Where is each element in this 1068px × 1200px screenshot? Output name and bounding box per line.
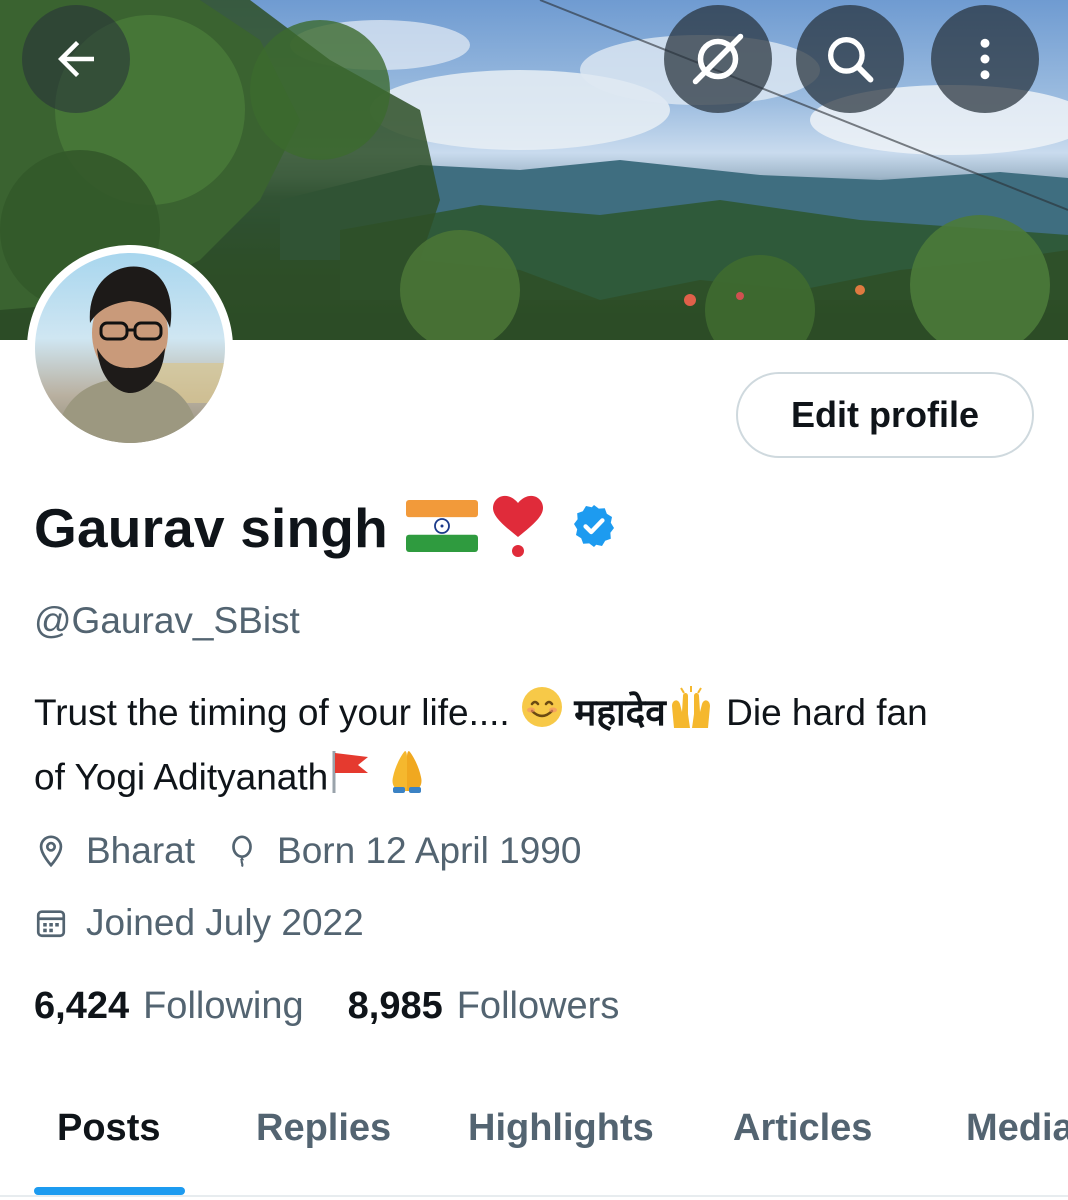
following-label: Following bbox=[143, 985, 304, 1027]
profile-handle: @Gaurav_SBist bbox=[34, 600, 300, 641]
tab-media[interactable]: Media bbox=[966, 1107, 1068, 1150]
location-item: Bharat bbox=[34, 830, 195, 872]
following-link[interactable]: 6,424 Following bbox=[34, 985, 304, 1028]
profile-name-row: Gaurav singh bbox=[34, 488, 618, 568]
profile-tabs: Posts Replies Highlights Articles Media bbox=[0, 1085, 1068, 1200]
folded-hands-emoji bbox=[385, 747, 429, 812]
red-flag-emoji bbox=[328, 747, 374, 812]
location-text: Bharat bbox=[86, 830, 196, 871]
birthday-item: Born 12 April 1990 bbox=[225, 830, 581, 872]
tab-articles[interactable]: Articles bbox=[733, 1107, 872, 1150]
profile-joined-row: Joined July 2022 bbox=[34, 902, 394, 944]
arrow-left-icon bbox=[58, 41, 94, 77]
bio-text-prefix: Trust the timing of your life.... bbox=[34, 692, 510, 733]
birth-date-text: Born 12 April 1990 bbox=[277, 830, 582, 871]
followers-label: Followers bbox=[456, 985, 620, 1027]
tab-replies[interactable]: Replies bbox=[256, 1107, 391, 1150]
bio-text-line2: of Yogi Adityanath bbox=[34, 756, 329, 797]
followers-count: 8,985 bbox=[347, 985, 443, 1027]
avatar-photo bbox=[35, 253, 225, 443]
profile-name: Gaurav singh bbox=[34, 497, 388, 559]
tabs-divider bbox=[0, 1195, 1068, 1197]
india-flag-emoji bbox=[405, 499, 478, 557]
tab-posts[interactable]: Posts bbox=[57, 1107, 160, 1150]
raising-hands-emoji bbox=[666, 684, 716, 747]
bio-devanagari-text: महादेव bbox=[574, 691, 666, 734]
edit-profile-button[interactable]: Edit profile bbox=[736, 372, 1034, 458]
more-vertical-icon bbox=[980, 38, 990, 80]
more-options-button[interactable] bbox=[931, 5, 1039, 113]
balloon-icon bbox=[232, 835, 252, 868]
search-icon bbox=[828, 37, 874, 83]
profile-meta-row: Bharat Born 12 April 1990 bbox=[34, 830, 611, 872]
followers-link[interactable]: 8,985 Followers bbox=[348, 985, 620, 1028]
grok-button[interactable] bbox=[664, 5, 772, 113]
location-pin-icon bbox=[39, 835, 63, 868]
joined-item: Joined July 2022 bbox=[34, 902, 364, 944]
profile-bio: Trust the timing of your life.... महादेव… bbox=[34, 683, 1044, 812]
back-button[interactable] bbox=[22, 5, 130, 113]
grok-icon bbox=[692, 33, 744, 85]
smiling-face-emoji bbox=[520, 685, 564, 746]
follow-stats: 6,424 Following 8,985 Followers bbox=[34, 985, 663, 1028]
heart-exclamation-emoji bbox=[488, 491, 548, 566]
verified-badge-icon[interactable] bbox=[570, 502, 618, 555]
joined-date-text: Joined July 2022 bbox=[86, 902, 364, 943]
bio-text-middle: Die hard fan bbox=[726, 692, 928, 733]
active-tab-indicator bbox=[34, 1187, 185, 1195]
calendar-icon bbox=[36, 910, 66, 938]
search-button[interactable] bbox=[796, 5, 904, 113]
following-count: 6,424 bbox=[34, 985, 130, 1027]
tab-highlights[interactable]: Highlights bbox=[468, 1107, 654, 1150]
avatar[interactable] bbox=[27, 245, 233, 451]
